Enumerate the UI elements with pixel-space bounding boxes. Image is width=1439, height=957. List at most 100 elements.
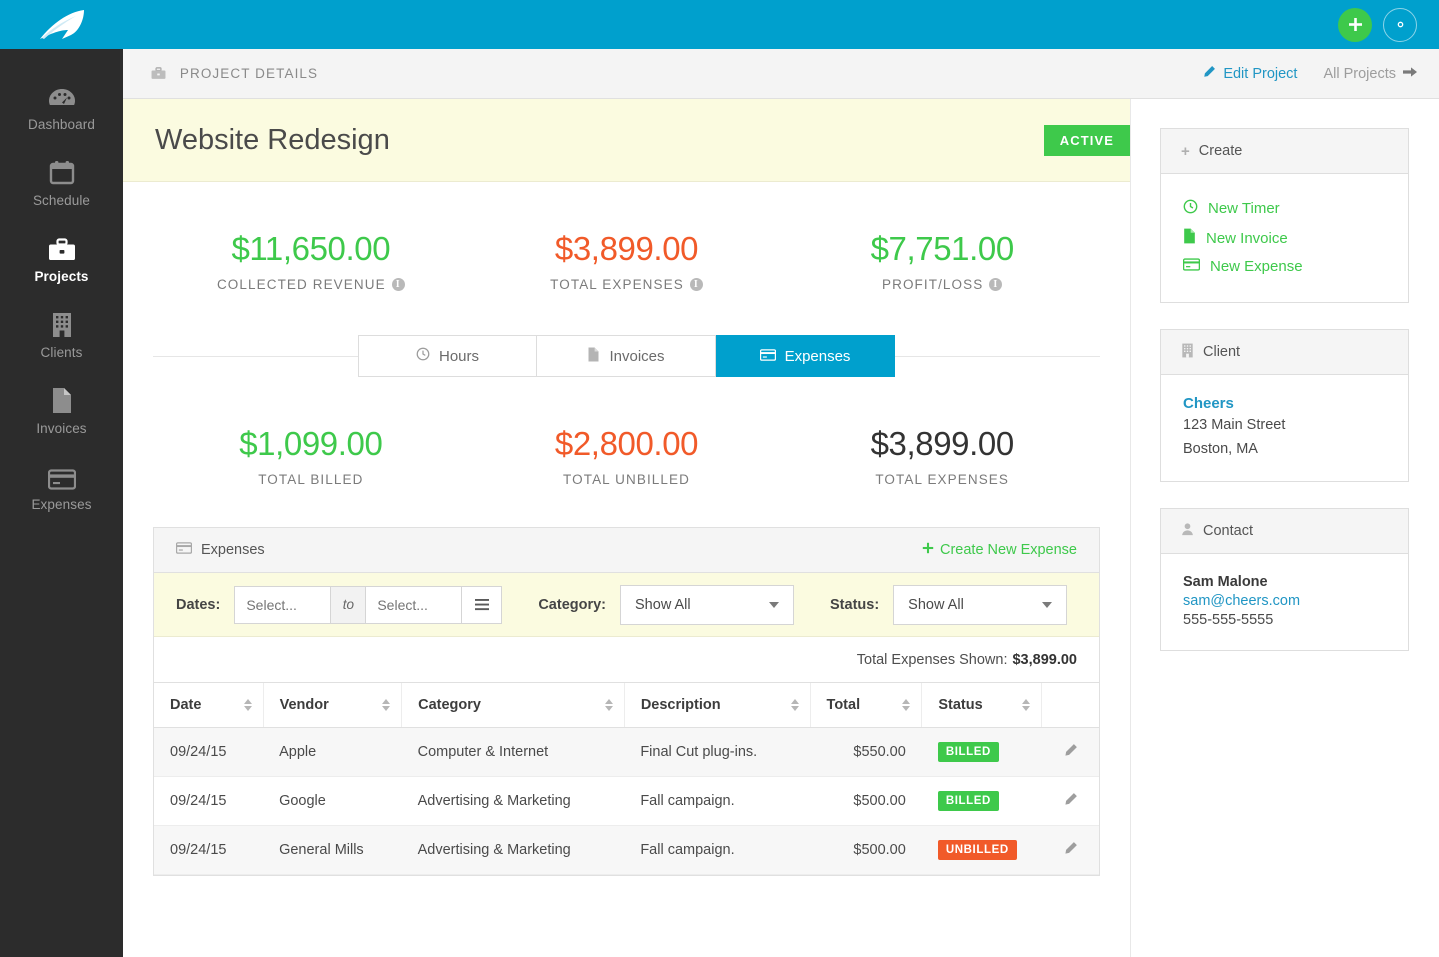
info-icon[interactable]: i <box>690 278 703 291</box>
stat-total-expenses: $3,899.00 TOTAL EXPENSES i <box>469 230 785 292</box>
contact-email-link[interactable]: sam@cheers.com <box>1183 593 1386 609</box>
cell-date: 09/24/15 <box>154 826 263 875</box>
sidebar-item-label: Invoices <box>36 421 86 436</box>
stat-value: $3,899.00 <box>469 230 785 268</box>
pencil-icon <box>1202 65 1216 83</box>
stat-total-billed: $1,099.00 TOTAL BILLED <box>153 425 469 487</box>
cell-date: 09/24/15 <box>154 777 263 826</box>
column-header-date[interactable]: Date <box>154 683 263 728</box>
client-card-title: Client <box>1203 344 1240 360</box>
column-label: Status <box>938 697 982 713</box>
create-new-expense-button[interactable]: Create New Expense <box>922 542 1077 558</box>
add-button[interactable] <box>1338 8 1372 42</box>
stat-caption: TOTAL UNBILLED <box>469 472 785 487</box>
stat-caption-text: TOTAL EXPENSES <box>550 277 684 292</box>
date-to-input[interactable] <box>365 586 462 624</box>
sort-icon[interactable] <box>791 699 799 711</box>
arrow-right-icon <box>1403 66 1417 82</box>
cell-description: Final Cut plug-ins. <box>624 728 810 777</box>
credit-card-icon <box>176 542 192 558</box>
contact-phone: 555-555-5555 <box>1183 612 1386 628</box>
sort-icon[interactable] <box>605 699 613 711</box>
new-invoice-link[interactable]: New Invoice <box>1183 223 1386 253</box>
column-header-description[interactable]: Description <box>624 683 810 728</box>
sidebar-item-schedule[interactable]: Schedule <box>0 145 123 221</box>
create-expense-label: Create New Expense <box>940 542 1077 558</box>
breadcrumb-label: PROJECT DETAILS <box>180 66 318 81</box>
pencil-icon[interactable] <box>1063 844 1078 860</box>
tab-hours[interactable]: Hours <box>358 335 537 377</box>
main-content: Website Redesign ACTIVE $11,650.00 COLLE… <box>123 99 1131 957</box>
status-badge: ACTIVE <box>1044 125 1130 156</box>
status-badge: UNBILLED <box>938 840 1017 860</box>
cell-status: UNBILLED <box>922 826 1042 875</box>
new-expense-link[interactable]: New Expense <box>1183 253 1386 280</box>
column-header-category[interactable]: Category <box>402 683 625 728</box>
sidebar-item-expenses[interactable]: Expenses <box>0 449 123 525</box>
stat-caption-text: PROFIT/LOSS <box>882 277 983 292</box>
dates-filter-label: Dates: <box>176 597 220 613</box>
info-icon[interactable]: i <box>392 278 405 291</box>
date-presets-button[interactable] <box>462 586 502 624</box>
new-invoice-label: New Invoice <box>1206 230 1288 247</box>
new-timer-link[interactable]: New Timer <box>1183 194 1386 223</box>
status-select[interactable]: Show All <box>893 585 1067 625</box>
column-header-status[interactable]: Status <box>922 683 1042 728</box>
sidebar-item-projects[interactable]: Projects <box>0 221 123 297</box>
create-card-header: + Create <box>1161 129 1408 174</box>
sidebar-item-clients[interactable]: Clients <box>0 297 123 373</box>
column-header-total[interactable]: Total <box>810 683 922 728</box>
stat-caption: TOTAL EXPENSES i <box>469 277 785 292</box>
edit-project-link[interactable]: Edit Project <box>1202 65 1297 83</box>
status-badge: BILLED <box>938 791 999 811</box>
cell-actions <box>1041 728 1099 777</box>
table-header-row: Date Vendor Category Description <box>154 683 1099 728</box>
tab-expenses[interactable]: Expenses <box>716 335 895 377</box>
category-select[interactable]: Show All <box>620 585 794 625</box>
sort-icon[interactable] <box>1022 699 1030 711</box>
briefcase-icon <box>151 67 166 80</box>
breadcrumb-bar: PROJECT DETAILS Edit Project All Project… <box>123 49 1439 99</box>
all-projects-link[interactable]: All Projects <box>1323 66 1417 82</box>
tab-invoices[interactable]: Invoices <box>537 335 716 377</box>
rocket-logo[interactable] <box>0 0 123 49</box>
date-from-input[interactable] <box>234 586 331 624</box>
cell-status: BILLED <box>922 728 1042 777</box>
stat-caption-text: TOTAL EXPENSES <box>875 472 1009 487</box>
stat-caption: TOTAL EXPENSES <box>784 472 1100 487</box>
stat-caption: PROFIT/LOSS i <box>784 277 1100 292</box>
date-range-separator: to <box>331 586 365 624</box>
table-row[interactable]: 09/24/15 General Mills Advertising & Mar… <box>154 826 1099 875</box>
plus-icon <box>1348 17 1363 32</box>
column-header-vendor[interactable]: Vendor <box>263 683 402 728</box>
status-select-value: Show All <box>908 597 964 613</box>
clock-icon <box>1183 199 1198 218</box>
settings-button[interactable] <box>1383 8 1417 42</box>
sort-icon[interactable] <box>902 699 910 711</box>
cell-total: $500.00 <box>810 826 922 875</box>
cell-total: $550.00 <box>810 728 922 777</box>
sidebar-item-dashboard[interactable]: Dashboard <box>0 69 123 145</box>
column-label: Total <box>827 697 861 713</box>
credit-card-icon <box>760 348 776 365</box>
table-row[interactable]: 09/24/15 Google Advertising & Marketing … <box>154 777 1099 826</box>
expenses-table-body: 09/24/15 Apple Computer & Internet Final… <box>154 728 1099 875</box>
table-row[interactable]: 09/24/15 Apple Computer & Internet Final… <box>154 728 1099 777</box>
info-icon[interactable]: i <box>989 278 1002 291</box>
sort-icon[interactable] <box>382 699 390 711</box>
menu-lines-icon <box>474 598 490 611</box>
summary-stats: $11,650.00 COLLECTED REVENUE i $3,899.00… <box>123 182 1130 292</box>
page-title: Website Redesign <box>155 124 390 157</box>
building-icon <box>1181 343 1194 362</box>
sidebar-item-invoices[interactable]: Invoices <box>0 373 123 449</box>
sidebar-item-label: Expenses <box>31 497 91 512</box>
client-name-link[interactable]: Cheers <box>1183 395 1386 412</box>
pencil-icon[interactable] <box>1063 795 1078 811</box>
clock-icon <box>416 347 430 365</box>
expenses-filter-bar: Dates: to Category: Show All <box>154 573 1099 637</box>
dashboard-gauge-icon <box>47 80 77 110</box>
client-card-body: Cheers 123 Main Street Boston, MA <box>1161 375 1408 481</box>
sort-icon[interactable] <box>244 699 252 711</box>
cell-vendor: Apple <box>263 728 402 777</box>
pencil-icon[interactable] <box>1063 746 1078 762</box>
